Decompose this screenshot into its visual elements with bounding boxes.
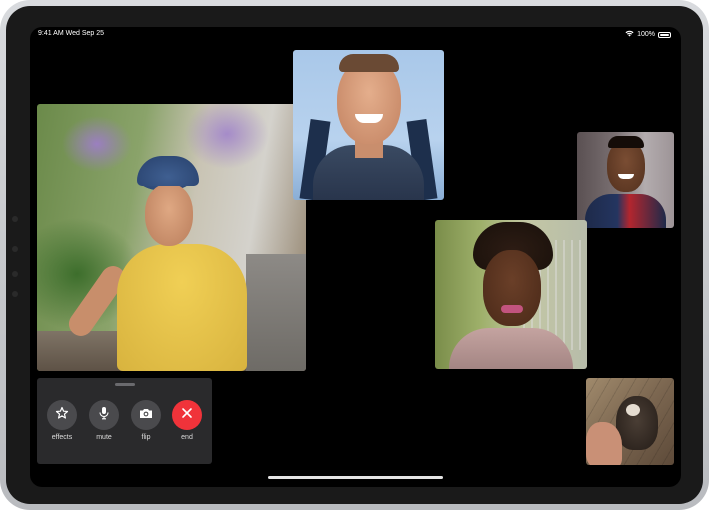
participant-shirt <box>117 244 247 371</box>
participant-tile-top-center[interactable] <box>293 50 444 200</box>
status-time-date: 9:41 AM Wed Sep 25 <box>38 30 105 37</box>
mute-button[interactable] <box>89 400 119 430</box>
participant-face <box>145 184 193 246</box>
participant-shirt <box>449 328 573 369</box>
participant-tile-middle-right[interactable] <box>435 220 587 369</box>
end-call-button[interactable] <box>172 400 202 430</box>
participant-hair <box>339 54 399 72</box>
participant-hair <box>608 136 644 148</box>
star-icon <box>55 406 69 425</box>
tile-background <box>246 254 306 371</box>
participant-lips <box>501 305 523 313</box>
participant-cap <box>137 156 199 186</box>
participant-tile-top-right[interactable] <box>577 132 674 228</box>
battery-percent: 100% <box>637 31 655 38</box>
status-bar: 9:41 AM Wed Sep 25 100% <box>30 27 681 41</box>
participant-tile-bottom-right[interactable] <box>586 378 674 465</box>
hand <box>586 422 622 465</box>
dog-spot <box>626 404 640 416</box>
call-controls-panel: effects mute flip end <box>37 378 212 464</box>
flip-button[interactable] <box>131 400 161 430</box>
flip-label: flip <box>141 434 151 441</box>
mute-label: mute <box>96 434 112 441</box>
mute-control: mute <box>84 400 124 441</box>
end-label: end <box>181 434 193 441</box>
ipad-frame: 9:41 AM Wed Sep 25 100% effects mute fli… <box>0 0 709 510</box>
panel-grabber-handle[interactable] <box>115 383 135 386</box>
participant-tile-large[interactable] <box>37 104 306 371</box>
sensor-dot <box>12 216 18 222</box>
wifi-icon <box>625 30 634 39</box>
participant-shirt <box>585 194 666 228</box>
effects-label: effects <box>51 434 73 441</box>
status-right-group: 100% <box>625 30 671 39</box>
effects-control: effects <box>42 400 82 441</box>
effects-button[interactable] <box>47 400 77 430</box>
end-control: end <box>167 400 207 441</box>
participant-smile <box>618 174 634 179</box>
battery-icon <box>658 31 671 38</box>
microphone-icon <box>98 406 110 425</box>
sensor-dot <box>12 271 18 277</box>
facetime-screen: 9:41 AM Wed Sep 25 100% effects mute fli… <box>30 27 681 487</box>
sensor-dot <box>12 291 18 297</box>
sensor-dot <box>12 246 18 252</box>
close-icon <box>181 406 193 424</box>
camera-flip-icon <box>139 406 153 424</box>
participant-face <box>483 250 541 326</box>
flip-control: flip <box>126 400 166 441</box>
home-indicator[interactable] <box>268 476 443 479</box>
